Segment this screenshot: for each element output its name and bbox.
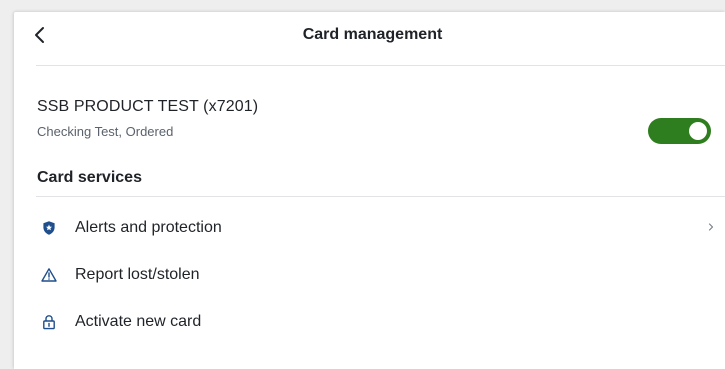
service-label: Activate new card (75, 313, 202, 330)
card-lock-toggle[interactable] (648, 118, 711, 144)
service-item-report-lost-stolen[interactable]: Report lost/stolen (36, 255, 716, 295)
warning-icon (41, 267, 57, 283)
header-divider (36, 65, 725, 66)
card-subtitle: Checking Test, Ordered (37, 124, 174, 139)
toggle-knob (689, 122, 707, 140)
service-label: Report lost/stolen (75, 266, 200, 283)
section-title: Card services (37, 169, 142, 186)
service-item-alerts-and-protection[interactable]: Alerts and protection (36, 208, 716, 248)
header: Card management (14, 12, 725, 62)
card-management-panel: Card management SSB PRODUCT TEST (x7201)… (14, 12, 725, 369)
lock-icon (41, 314, 57, 330)
service-label: Alerts and protection (75, 219, 222, 236)
page-title: Card management (302, 26, 443, 43)
card-name: SSB PRODUCT TEST (x7201) (37, 98, 259, 115)
service-item-activate-new-card[interactable]: Activate new card (36, 302, 716, 342)
shield-icon (41, 220, 57, 236)
chevron-right-icon (706, 220, 716, 234)
section-divider (36, 196, 725, 197)
